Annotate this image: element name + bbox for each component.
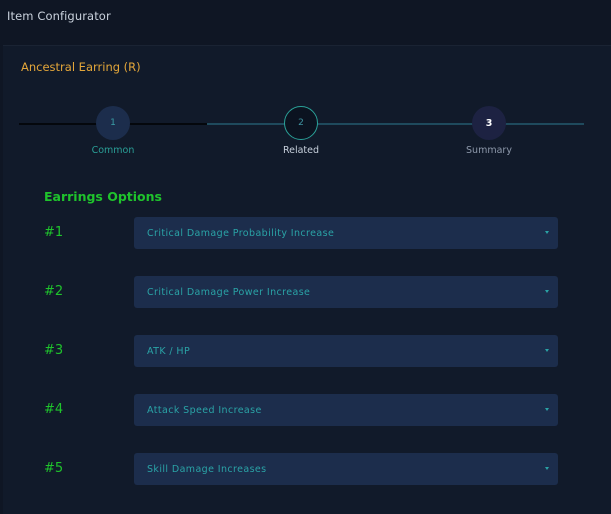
stepper: 1 Common 2 Related 3 Summary — [3, 106, 611, 166]
step-circle: 2 — [284, 106, 318, 140]
option-number: #3 — [44, 343, 64, 358]
step-label: Summary — [466, 145, 512, 156]
options-heading: Earrings Options — [44, 189, 162, 204]
item-configurator-window: Item Configurator Ancestral Earring (R) … — [0, 0, 611, 514]
caret-down-icon — [545, 408, 549, 411]
step-label: Common — [91, 145, 135, 156]
step-label: Related — [282, 145, 320, 156]
step-circle: 3 — [472, 106, 506, 140]
option-row-5: #5 Skill Damage Increases — [3, 453, 611, 485]
option-select-5[interactable]: Skill Damage Increases — [134, 453, 558, 485]
option-select-1[interactable]: Critical Damage Probability Increase — [134, 217, 558, 249]
option-select-value: Critical Damage Power Increase — [147, 286, 311, 298]
option-select-value: Attack Speed Increase — [147, 404, 262, 416]
option-select-2[interactable]: Critical Damage Power Increase — [134, 276, 558, 308]
app-title: Item Configurator — [7, 9, 111, 23]
configurator-panel: Ancestral Earring (R) 1 Common 2 Related… — [3, 45, 611, 514]
option-select-4[interactable]: Attack Speed Increase — [134, 394, 558, 426]
step-common[interactable]: 1 Common — [68, 106, 158, 156]
step-circle: 1 — [96, 106, 130, 140]
caret-down-icon — [545, 231, 549, 234]
option-number: #5 — [44, 461, 64, 476]
step-related[interactable]: 2 Related — [256, 106, 346, 156]
option-row-4: #4 Attack Speed Increase — [3, 394, 611, 426]
caret-down-icon — [545, 467, 549, 470]
option-number: #1 — [44, 225, 64, 240]
option-number: #2 — [44, 284, 64, 299]
option-row-1: #1 Critical Damage Probability Increase — [3, 217, 611, 249]
option-number: #4 — [44, 402, 64, 417]
option-row-3: #3 ATK / HP — [3, 335, 611, 367]
item-title: Ancestral Earring (R) — [21, 60, 141, 74]
option-select-3[interactable]: ATK / HP — [134, 335, 558, 367]
option-select-value: ATK / HP — [147, 345, 191, 357]
option-select-value: Critical Damage Probability Increase — [147, 227, 335, 239]
caret-down-icon — [545, 290, 549, 293]
caret-down-icon — [545, 349, 549, 352]
option-row-2: #2 Critical Damage Power Increase — [3, 276, 611, 308]
option-select-value: Skill Damage Increases — [147, 463, 267, 475]
step-summary[interactable]: 3 Summary — [444, 106, 534, 156]
